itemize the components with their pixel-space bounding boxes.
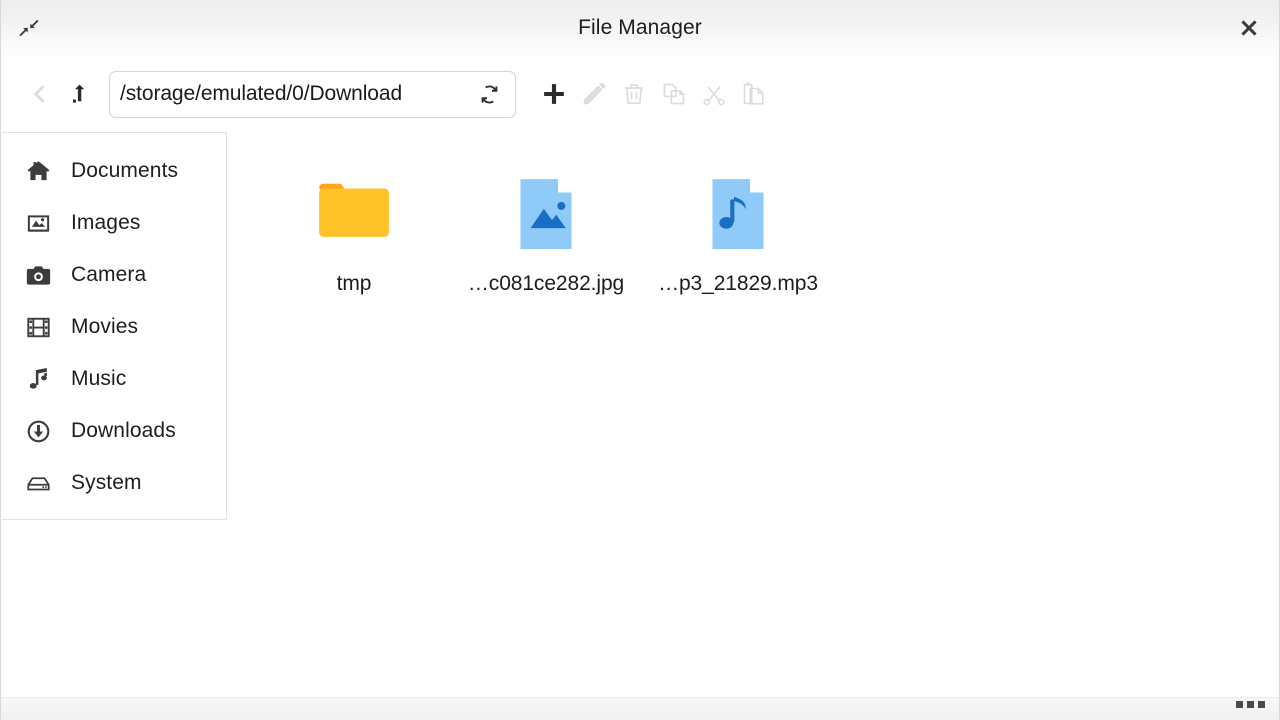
resize-grip-icon[interactable]: [1236, 701, 1265, 708]
refresh-icon[interactable]: [475, 80, 503, 108]
sidebar-item-downloads[interactable]: Downloads: [2, 405, 226, 457]
sidebar-item-label: Images: [71, 211, 141, 234]
file-name: …p3_21829.mp3: [658, 272, 818, 295]
grip-dot: [1236, 701, 1243, 708]
harddrive-icon: [26, 470, 56, 496]
toolbar: /storage/emulated/0/Download: [1, 56, 1279, 132]
sidebar-item-movies[interactable]: Movies: [2, 301, 226, 353]
sidebar-item-label: System: [71, 471, 142, 494]
window-title: File Manager: [578, 16, 702, 39]
sidebar-item-documents[interactable]: Documents: [2, 145, 226, 197]
collapse-arrows-icon[interactable]: [13, 12, 45, 44]
status-bar: [1, 697, 1279, 720]
audio-file-icon: [690, 166, 786, 262]
file-name: tmp: [336, 272, 372, 295]
close-icon[interactable]: [1233, 12, 1265, 44]
paste-button[interactable]: [734, 74, 774, 114]
sidebar-item-camera[interactable]: Camera: [2, 249, 226, 301]
sidebar-item-images[interactable]: Images: [2, 197, 226, 249]
file-item-image[interactable]: …c081ce282.jpg: [450, 160, 642, 296]
download-circle-icon: [26, 418, 56, 444]
sidebar-item-label: Camera: [71, 263, 147, 286]
rename-button[interactable]: [574, 74, 614, 114]
up-button[interactable]: [59, 74, 99, 114]
sidebar-item-music[interactable]: Music: [2, 353, 226, 405]
back-button[interactable]: [19, 74, 59, 114]
photo-icon: [26, 210, 56, 236]
sidebar-item-label: Documents: [71, 159, 179, 182]
film-icon: [26, 314, 56, 340]
path-field[interactable]: /storage/emulated/0/Download: [109, 70, 516, 118]
grip-dot: [1247, 701, 1254, 708]
grip-dot: [1258, 701, 1265, 708]
cut-button[interactable]: [694, 74, 734, 114]
sidebar: Documents Images Camera Movies Music Dow…: [2, 132, 227, 520]
image-file-icon: [498, 166, 594, 262]
sidebar-item-label: Movies: [71, 315, 139, 338]
music-note-icon: [26, 366, 56, 392]
camera-icon: [26, 262, 56, 288]
folder-icon: [306, 166, 402, 262]
sidebar-item-label: Downloads: [71, 419, 176, 442]
file-name: …c081ce282.jpg: [467, 272, 625, 295]
file-item-audio[interactable]: …p3_21829.mp3: [642, 160, 834, 296]
file-item-folder[interactable]: tmp: [258, 160, 450, 296]
file-grid: tmp …c081ce282.jpg …p3_21829.mp3: [258, 160, 1279, 296]
add-button[interactable]: [534, 74, 574, 114]
file-list-area[interactable]: tmp …c081ce282.jpg …p3_21829.mp3: [228, 132, 1279, 697]
file-manager-window: File Manager /storage/emulated/0/Downloa…: [0, 0, 1280, 720]
sidebar-item-label: Music: [71, 367, 127, 390]
home-icon: [26, 158, 56, 184]
copy-button[interactable]: [654, 74, 694, 114]
delete-button[interactable]: [614, 74, 654, 114]
path-input[interactable]: /storage/emulated/0/Download: [120, 82, 475, 106]
title-bar: File Manager: [1, 0, 1279, 56]
sidebar-item-system[interactable]: System: [2, 457, 226, 509]
